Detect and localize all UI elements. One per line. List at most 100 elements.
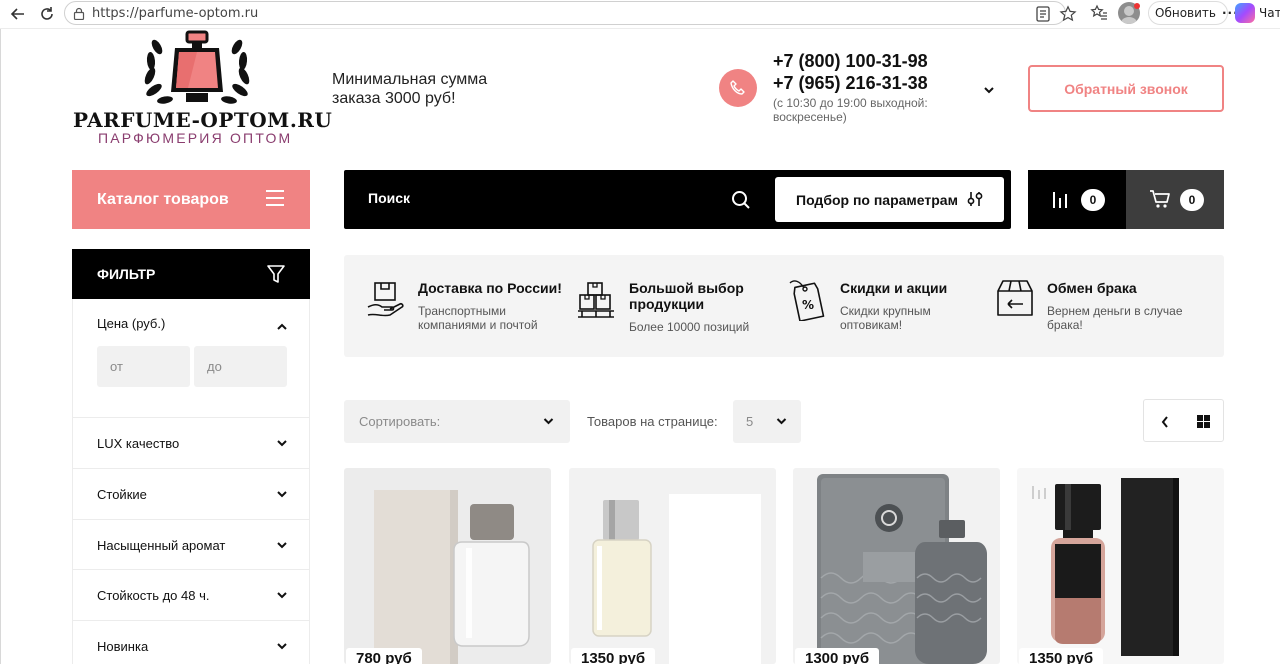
per-page-label: Товаров на странице: [587,414,718,429]
product-card[interactable]: 1350 руб [569,468,776,664]
chevron-down-icon [277,491,287,498]
browser-update-button[interactable]: Обновить ··· [1148,1,1238,25]
product-image [793,468,1000,664]
favorite-star-icon[interactable] [1059,5,1077,23]
return-box-icon [997,280,1033,316]
logo-title: PARFUME-OPTOM.RU [73,108,333,132]
callback-button[interactable]: Обратный звонок [1028,65,1224,112]
filter-group-durable[interactable]: Стойкие [73,468,309,519]
product-image [1017,468,1224,664]
filter-group-label: LUX качество [97,436,180,451]
compare-button[interactable]: 0 [1028,170,1126,229]
product-image [344,468,551,664]
chevron-down-icon [543,418,554,425]
work-hours: (с 10:30 до 19:00 выходной: воскресенье) [773,96,928,124]
params-filter-label: Подбор по параметрам [796,191,958,208]
chevron-down-icon [277,592,287,599]
sort-label: Сортировать: [359,414,441,429]
filter-group-label: Новинка [97,639,149,654]
menu-burger-icon [266,190,284,206]
price-from-input[interactable] [97,346,190,387]
product-price: 1350 руб [571,648,656,664]
favorites-list-icon[interactable] [1090,4,1108,27]
svg-text:%: % [802,298,814,312]
product-price: 780 руб [346,648,422,664]
compare-bars-icon [1053,192,1067,208]
per-page-value: 5 [746,414,754,429]
catalog-label: Каталог товаров [97,190,229,208]
update-label: Обновить [1155,6,1216,20]
feature-text: Транспортными компаниями и почтой [418,304,538,332]
feature-text: Более 10000 позиций [629,320,750,334]
back-arrow-icon[interactable] [8,4,28,24]
filter-group-new[interactable]: Новинка [73,620,309,671]
chat-label[interactable]: Чат [1259,6,1280,20]
cart-button[interactable]: 0 [1126,170,1224,229]
filter-group-48h[interactable]: Стойкость до 48 ч. [73,569,309,620]
min-order-notice: Минимальная сумма заказа 3000 руб! [332,71,488,107]
logo-subtitle: ПАРФЮМЕРИЯ ОПТОМ [98,130,293,146]
feature-title: Доставка по России! [418,280,562,296]
cart-count-badge: 0 [1180,189,1204,211]
chevron-up-icon[interactable] [277,318,287,336]
grid-view-icon[interactable] [1197,415,1210,428]
lock-icon[interactable] [73,7,85,25]
catalog-button[interactable]: Каталог товаров [72,170,310,229]
product-card[interactable]: 1350 руб [1017,468,1224,664]
copilot-icon[interactable] [1235,3,1255,23]
product-card[interactable]: 1300 руб [793,468,1000,664]
chevron-down-icon [277,542,287,549]
price-filter-title[interactable]: Цена (руб.) [97,316,165,331]
chevron-down-icon[interactable] [983,82,995,100]
features-banner: Доставка по России! Транспортными компан… [344,255,1224,357]
feature-text: Вернем деньги в случае брака! [1047,304,1183,332]
filter-title: ФИЛЬТР [97,266,156,282]
filter-group-label: Насыщенный аромат [97,538,226,553]
compare-bars-icon[interactable] [1031,485,1047,504]
phone-number-2[interactable]: +7 (965) 216-31-38 [773,73,928,94]
notification-dot [1134,3,1140,9]
page-border [0,28,1,664]
params-filter-button[interactable]: Подбор по параметрам [775,177,1004,222]
cart-icon [1150,190,1170,208]
discount-tag-icon: % [789,280,825,321]
chevron-left-icon[interactable] [1161,415,1169,433]
funnel-icon[interactable] [266,264,286,284]
feature-title: Обмен брака [1047,280,1137,296]
per-page-dropdown[interactable]: 5 [733,400,801,443]
reader-mode-icon[interactable] [1035,5,1053,23]
reload-icon[interactable] [37,4,57,24]
filter-group-label: Стойкие [97,487,147,502]
boxes-icon [578,282,614,318]
feature-title: Большой выбор продукции [629,280,744,312]
feature-text: Скидки крупным оптовикам! [840,304,931,332]
search-input[interactable] [368,190,708,206]
product-price: 1350 руб [1019,648,1104,664]
chevron-down-icon [277,440,287,447]
chevron-down-icon [277,643,287,650]
address-bar[interactable]: https://parfume-optom.ru [64,1,1077,25]
perfume-bottle-logo-icon [144,30,250,104]
feature-title: Скидки и акции [840,280,948,296]
phone-number-1[interactable]: +7 (800) 100-31-98 [773,51,928,72]
product-price: 1300 руб [795,648,880,664]
filter-group-rich-scent[interactable]: Насыщенный аромат [73,519,309,570]
view-toggle [1143,399,1224,442]
sort-dropdown[interactable]: Сортировать: [344,400,570,443]
url-text[interactable]: https://parfume-optom.ru [92,6,258,21]
product-card[interactable]: 780 руб [344,468,551,664]
filter-group-lux[interactable]: LUX качество [73,417,309,468]
chevron-down-icon [776,418,787,425]
browser-toolbar: https://parfume-optom.ru Обновить ··· Ча… [0,0,1280,28]
compare-count-badge: 0 [1081,189,1105,211]
filter-panel: Цена (руб.) LUX качество Стойкие Насыщен… [72,299,310,664]
price-to-input[interactable] [194,346,287,387]
delivery-icon [367,282,404,317]
phone-icon[interactable] [719,69,757,107]
site-logo[interactable]: PARFUME-OPTOM.RU ПАРФЮМЕРИЯ ОПТОМ [70,28,332,150]
search-icon[interactable] [731,190,751,215]
sliders-icon [967,192,983,206]
filter-header: ФИЛЬТР [72,249,310,299]
filter-group-label: Стойкость до 48 ч. [97,588,210,603]
product-image [569,468,776,664]
